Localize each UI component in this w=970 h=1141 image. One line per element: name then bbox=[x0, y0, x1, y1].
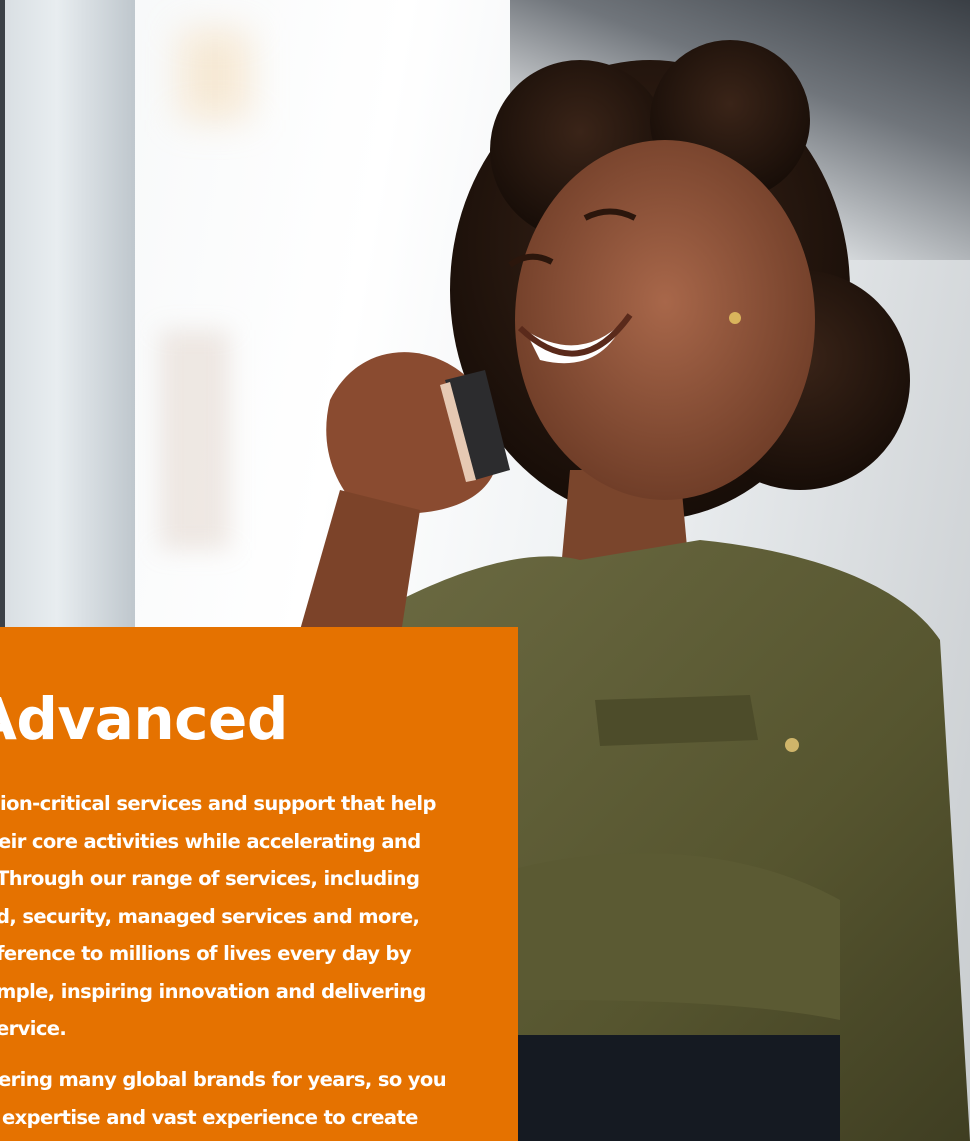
text-line: ering many global brands for years, so y… bbox=[0, 1068, 447, 1091]
background-blur bbox=[160, 330, 230, 550]
text-line: mple, inspiring innovation and deliverin… bbox=[0, 979, 426, 1003]
promo-title: Advanced bbox=[0, 685, 288, 753]
background-light bbox=[180, 30, 250, 120]
window-frame bbox=[5, 0, 135, 640]
promo-card: Advanced ion-critical services and suppo… bbox=[0, 627, 518, 1141]
promo-paragraph: ion-critical services and support that h… bbox=[0, 785, 436, 1048]
text-line: eir core activities while accelerating a… bbox=[0, 829, 421, 853]
text-line: ervice. bbox=[0, 1017, 67, 1040]
text-line: ference to millions of lives every day b… bbox=[0, 942, 412, 965]
promo-paragraph: ering many global brands for years, so y… bbox=[0, 1061, 447, 1136]
text-line: expertise and vast experience to create bbox=[2, 1105, 418, 1129]
text-line: ion-critical services and support that h… bbox=[0, 792, 436, 815]
text-line: d, security, managed services and more, bbox=[0, 904, 420, 928]
text-line: Through our range of services, including bbox=[0, 867, 420, 890]
